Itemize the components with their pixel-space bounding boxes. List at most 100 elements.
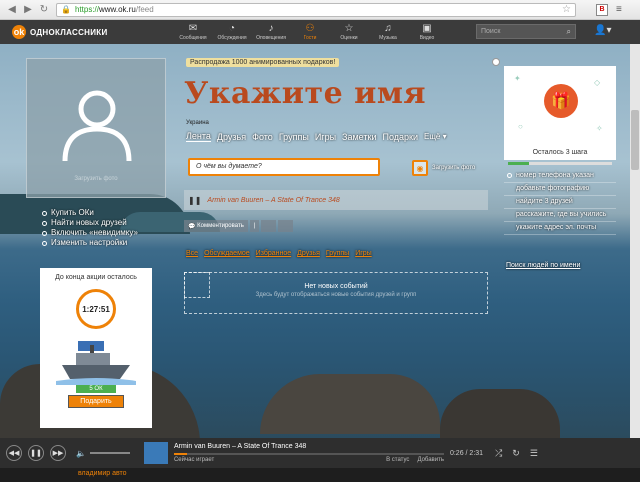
tab-gifts[interactable]: Подарки — [382, 132, 418, 142]
nav-label: Музыка — [379, 35, 397, 41]
nav-discussions[interactable]: ◔ Обсуждения — [215, 23, 249, 41]
tab-games[interactable]: Игры — [315, 132, 336, 142]
album-cover[interactable] — [143, 442, 168, 464]
filter-discussed[interactable]: Обсуждаемое — [204, 250, 250, 257]
volume-icon[interactable]: 🔈 — [76, 449, 86, 458]
gift-icon: 🎁 — [544, 84, 578, 118]
tab-photos[interactable]: Фото — [252, 132, 273, 142]
tab-more[interactable]: Ещё ▾ — [424, 132, 447, 141]
back-icon[interactable]: ◀ — [4, 2, 20, 18]
nav-label: Оповещения — [256, 35, 286, 41]
gift-button[interactable]: Подарить — [68, 395, 124, 408]
volume-slider[interactable] — [89, 452, 130, 454]
empty-feed: Нет новых событий Здесь будут отображать… — [184, 272, 488, 314]
prev-track-icon[interactable]: ◀◀ — [6, 445, 22, 461]
page-title[interactable]: Укажите имя — [184, 76, 426, 111]
status-input[interactable]: О чём вы думаете? — [188, 158, 380, 176]
steps-progress-fill — [508, 162, 529, 165]
nav-label: Обсуждения — [217, 35, 247, 41]
next-track-icon[interactable]: ▶▶ — [50, 445, 66, 461]
gift-price: 5 ОК — [76, 385, 116, 393]
tab-friends[interactable]: Друзья — [217, 132, 246, 142]
extension-icon[interactable]: B — [596, 3, 608, 16]
avatar-caption[interactable]: Загрузить фото — [26, 176, 166, 182]
task-item[interactable]: добавьте фотографию — [504, 183, 616, 196]
camera-icon: ◉ — [412, 160, 428, 176]
search-people-link[interactable]: Поиск людей по имени — [506, 262, 580, 269]
empty-feed-subtitle: Здесь будут отображаться новые события д… — [255, 292, 417, 298]
pause-icon[interactable]: ❚❚ — [28, 445, 44, 461]
filter-games[interactable]: Игры — [355, 250, 372, 257]
link-label: Найти новых друзей — [51, 218, 127, 227]
to-status-button[interactable]: В статус — [386, 457, 409, 463]
link-label: Купить ОКи — [51, 208, 94, 217]
upload-photo-label: Загрузить фото — [432, 165, 476, 171]
track-progress[interactable] — [173, 453, 444, 455]
nav-messages[interactable]: ✉ Сообщения — [176, 23, 210, 41]
comment-button[interactable]: 💬 Комментировать — [184, 220, 248, 232]
profile-tasks: номер телефона указан добавьте фотографи… — [504, 170, 616, 235]
shuffle-icon[interactable]: ⤮ — [495, 448, 502, 459]
nav-notifications[interactable]: ♪ Оповещения — [254, 23, 288, 41]
ok-logo-icon: ok — [12, 25, 26, 39]
add-track-button[interactable]: Добавить — [417, 457, 444, 463]
reload-icon[interactable]: ↻ — [36, 2, 52, 18]
steps-left: Осталось 3 шага — [504, 146, 616, 160]
tab-groups[interactable]: Группы — [279, 132, 309, 142]
address-bar[interactable]: 🔒 https://www.ok.ru/feed ☆ — [56, 2, 576, 17]
now-playing-label[interactable]: Сейчас играет — [174, 457, 214, 463]
nav-guests[interactable]: ⚇ Гости — [293, 23, 327, 41]
nav-music[interactable]: ♫ Музыка — [371, 23, 405, 41]
task-item[interactable]: номер телефона указан — [504, 170, 616, 183]
find-friends-link[interactable]: Найти новых друзей — [42, 218, 138, 228]
left-menu: Купить ОКи Найти новых друзей Включить «… — [42, 208, 138, 248]
gift-image[interactable] — [56, 335, 136, 385]
browser-menu-icon[interactable]: ≡ — [616, 4, 622, 15]
task-item[interactable]: укажите адрес эл. почты — [504, 222, 616, 235]
settings-link[interactable]: Изменить настройки — [42, 238, 138, 248]
search-icon[interactable]: ⌕ — [567, 27, 571, 37]
search-input[interactable]: Поиск ⌕ — [476, 24, 576, 39]
profile-steps-card: ✦ ◇ ○ ✧ 🎁 — [504, 66, 616, 156]
envelope-icon: ✉ — [188, 23, 198, 34]
upload-photo-button[interactable]: ◉ Загрузить фото — [412, 160, 475, 176]
pause-icon[interactable]: ❚❚ — [188, 196, 201, 205]
status-track[interactable]: ❚❚ Armin van Buuren – A State Of Trance … — [184, 190, 488, 210]
filter-all[interactable]: Все — [186, 250, 198, 257]
feed-filters: Все Обсуждаемое Избранное Друзья Группы … — [186, 250, 378, 257]
link-label: Изменить настройки — [51, 238, 128, 247]
promo-banner[interactable]: Распродажа 1000 анимированных подарков! — [186, 58, 340, 67]
star-icon: ☆ — [344, 23, 354, 34]
like-button[interactable] — [278, 220, 293, 232]
invisible-mode-link[interactable]: Включить «невидимку» — [42, 228, 138, 238]
footprints-icon: ⚇ — [305, 23, 315, 34]
page-scrollbar[interactable] — [630, 44, 640, 438]
bookmark-star-icon[interactable]: ☆ — [562, 4, 571, 15]
share-button[interactable] — [261, 220, 277, 232]
tab-feed[interactable]: Лента — [186, 131, 211, 142]
forward-icon[interactable]: ▶ — [20, 2, 36, 18]
filter-groups[interactable]: Группы — [326, 250, 349, 257]
post-actions: 💬 Комментировать | — [184, 220, 295, 232]
repeat-icon[interactable]: ↻ — [512, 448, 520, 459]
scrollbar-thumb[interactable] — [631, 110, 639, 170]
track-time: 0:26 / 2:31 — [449, 449, 484, 457]
nav-ratings[interactable]: ☆ Оценки — [332, 23, 366, 41]
url-scheme: https:// — [74, 5, 99, 14]
deco-icon: ✦ — [514, 74, 521, 83]
filter-favorites[interactable]: Избранное — [256, 250, 291, 257]
track-title[interactable]: Armin van Buuren – A State Of Trance 348 — [207, 197, 339, 204]
buy-ok-link[interactable]: Купить ОКи — [42, 208, 138, 218]
nav-label: Оценки — [340, 35, 358, 41]
settings-circle-icon[interactable] — [492, 58, 500, 66]
tab-notes[interactable]: Заметки — [342, 132, 376, 142]
steps-progress — [508, 162, 612, 165]
task-item[interactable]: расскажите, где вы учились — [504, 209, 616, 222]
filter-friends[interactable]: Друзья — [297, 250, 320, 257]
player-track-title[interactable]: Armin van Buuren – A State Of Trance 348 — [174, 443, 444, 450]
user-menu-icon[interactable]: 👤▾ — [594, 25, 611, 36]
site-logo[interactable]: ok ОДНОКЛАССНИКИ — [12, 25, 162, 39]
task-item[interactable]: найдите 3 друзей — [504, 196, 616, 209]
nav-video[interactable]: ▣ Видео — [410, 23, 444, 41]
playlist-icon[interactable]: ☰ — [530, 448, 538, 459]
